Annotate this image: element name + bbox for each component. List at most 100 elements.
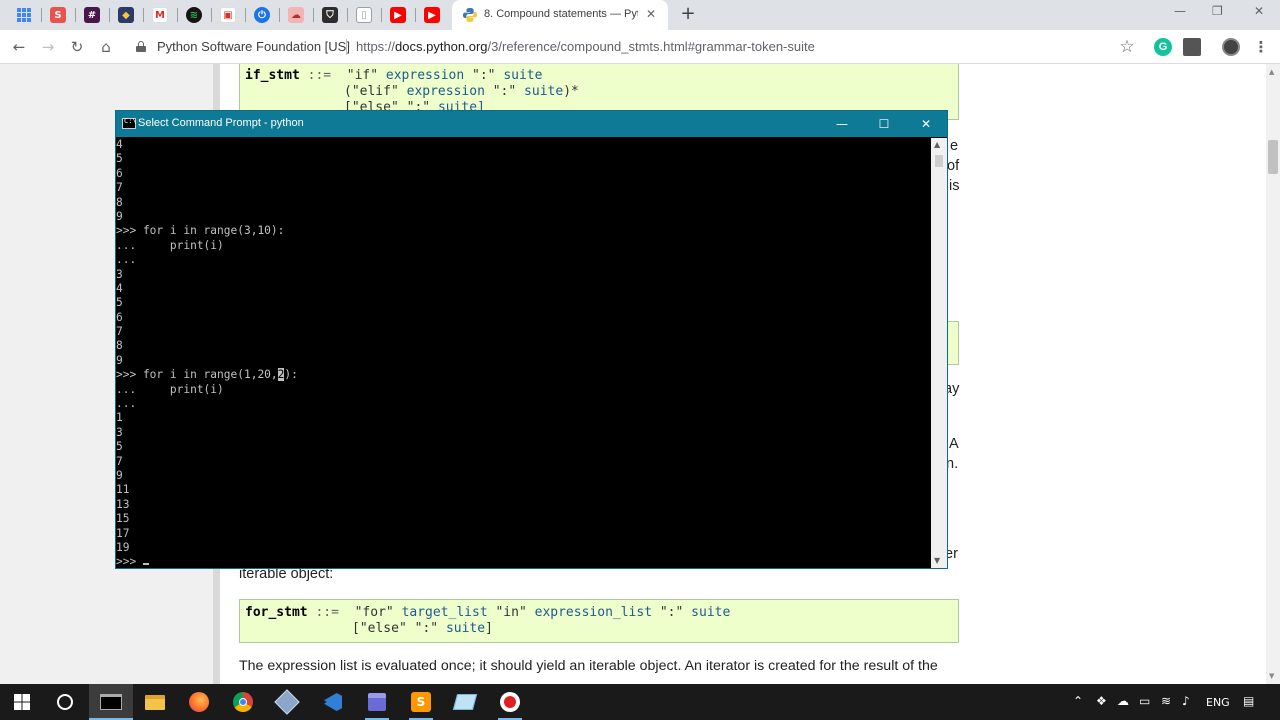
volume-icon[interactable]: ♪ [1182, 694, 1190, 708]
window-close-button[interactable]: ✕ [1254, 4, 1264, 18]
tab-separator [415, 8, 416, 22]
screen-recorder-icon[interactable] [498, 690, 522, 714]
wifi-icon[interactable]: ≋ [1161, 694, 1171, 708]
firefox-icon[interactable] [187, 690, 211, 714]
url-text[interactable]: https://docs.python.org/3/reference/comp… [356, 39, 815, 54]
grammar-literal: "in" [495, 605, 527, 620]
grammar-token-link[interactable]: suite [524, 84, 563, 99]
grammar-op: ::= [307, 68, 332, 83]
extension-icon[interactable] [1183, 38, 1201, 56]
scroll-down-icon[interactable]: ▼ [1269, 672, 1277, 680]
files-icon[interactable] [365, 690, 389, 714]
terminal-line: 4 [116, 281, 123, 295]
onedrive-icon[interactable]: ☁ [1117, 694, 1129, 708]
terminal-line: 5 [116, 440, 123, 454]
grammar-token-link[interactable]: target_list [402, 605, 488, 620]
command-prompt-window[interactable]: C:\ Select Command Prompt - python — ☐ ✕… [115, 110, 948, 569]
grammar-literal: ":" [414, 621, 439, 636]
for-stmt-grammar-box: for_stmt ::= "for" target_list "in" expr… [239, 599, 959, 643]
tab-close-icon[interactable]: ✕ [646, 7, 656, 21]
bookmark-star-icon[interactable]: ☆ [1116, 36, 1138, 58]
for-stmt-paragraph: The expression list is evaluated once; i… [239, 658, 938, 674]
notepad-icon[interactable] [452, 690, 478, 714]
tab-compound-statements[interactable]: 8. Compound statements — Pyth ✕ [452, 0, 668, 30]
grammar-token-link[interactable]: suite [503, 68, 542, 83]
grammar-token-link[interactable]: suite [446, 621, 485, 636]
grammar-op: ::= [315, 605, 339, 620]
terminal-line: 7 [116, 325, 123, 339]
page-scroll-thumb[interactable] [1268, 140, 1278, 174]
command-prompt-icon[interactable] [99, 690, 123, 714]
cortana-icon[interactable] [53, 690, 77, 714]
file-explorer-icon[interactable] [143, 690, 167, 714]
tab-favicon-gmail-icon[interactable]: M [149, 4, 171, 26]
address-bar[interactable]: Python Software Foundation [US] https://… [128, 35, 1138, 59]
tab-separator [143, 8, 144, 22]
cmd-title-bar[interactable]: C:\ Select Command Prompt - python — ☐ ✕ [116, 111, 947, 137]
lock-icon[interactable] [136, 41, 146, 52]
cmd-scroll-down-icon[interactable]: ▼ [934, 556, 940, 565]
battery-icon[interactable]: ▭ [1139, 694, 1150, 708]
grammar-token-link[interactable]: suite [691, 605, 730, 620]
grammar-token-link[interactable]: expression_list [535, 605, 652, 620]
tab-favicon-bookmark-icon[interactable]: ⛉ [319, 4, 341, 26]
terminal-line: 7 [116, 181, 123, 195]
grammar-token-link[interactable]: expression [386, 68, 464, 83]
for-stmt-name: for_stmt [245, 605, 308, 620]
action-center-icon[interactable]: ▤ [1243, 694, 1254, 708]
cmd-maximize-button[interactable]: ☐ [869, 114, 899, 134]
profile-avatar[interactable] [1222, 38, 1240, 56]
forward-button[interactable]: → [37, 36, 59, 58]
tab-favicon-calendar-icon[interactable]: ▣ [217, 4, 239, 26]
tab-favicon-spotify-icon[interactable]: ≋ [183, 4, 205, 26]
new-tab-button[interactable]: + [678, 4, 698, 24]
vscode-icon[interactable] [321, 690, 345, 714]
tab-separator [109, 8, 110, 22]
grammar-literal: ":" [659, 605, 684, 620]
tab-favicon-document-icon[interactable]: ▯ [353, 4, 375, 26]
grammar-token-link[interactable]: expression [407, 84, 485, 99]
grammarly-extension-icon[interactable]: G [1154, 38, 1172, 56]
tab-separator [211, 8, 212, 22]
cmd-scroll-thumb[interactable] [935, 155, 943, 167]
chrome-menu-icon[interactable]: ⋮ [1250, 36, 1272, 58]
terminal-line: ... [116, 397, 137, 411]
tab-favicon-youtube-icon[interactable]: ▶ [421, 4, 443, 26]
chrome-icon[interactable] [231, 690, 255, 714]
cmd-scrollbar[interactable] [931, 138, 947, 568]
terminal-output[interactable]: 4 5 6 7 8 9 >>> for i in range(3,10):... print… [116, 138, 931, 568]
tab-favicon-youtube-icon[interactable]: ▶ [387, 4, 409, 26]
window-restore-button[interactable]: ❐ [1212, 4, 1223, 18]
back-button[interactable]: ← [8, 36, 30, 58]
cmd-minimize-button[interactable]: — [827, 114, 857, 134]
apps-grid-icon[interactable] [13, 4, 35, 26]
terminal-line: >>> for i in range(1,20,2): [116, 368, 931, 382]
tab-separator [279, 8, 280, 22]
terminal-line: 9 [116, 353, 123, 367]
terminal-line: 6 [116, 166, 123, 180]
terminal-line: >>> for i in range(3,10): [116, 224, 285, 238]
cmd-close-button[interactable]: ✕ [911, 114, 941, 134]
sublime-text-icon[interactable]: S [409, 690, 433, 714]
tab-separator [177, 8, 178, 22]
tab-favicon-slack-icon[interactable]: # [81, 4, 103, 26]
dropbox-icon[interactable]: ❖ [1096, 694, 1107, 708]
reload-button[interactable]: ↻ [66, 36, 88, 58]
language-indicator[interactable]: ENG [1206, 696, 1230, 709]
tab-favicon-red-square-icon[interactable]: S [47, 4, 69, 26]
scroll-up-icon[interactable]: ▲ [1269, 68, 1277, 76]
tab-favicon-shield-icon[interactable]: ◆ [115, 4, 137, 26]
home-button[interactable]: ⌂ [95, 36, 117, 58]
cmd-title: Select Command Prompt - python [138, 117, 304, 129]
terminal-line: 1 [116, 411, 123, 425]
windows-start-icon[interactable] [10, 690, 34, 714]
tab-favicon-power-icon[interactable]: ⏻ [251, 4, 273, 26]
tab-favicon-cloud-icon[interactable]: ☁ [285, 4, 307, 26]
terminal-line: ... print(i) [116, 238, 224, 252]
site-identity: Python Software Foundation [US] [157, 39, 350, 54]
window-minimize-button[interactable]: — [1174, 4, 1186, 18]
tray-overflow-icon[interactable]: ⌃ [1073, 694, 1083, 708]
virtualbox-icon[interactable] [274, 689, 300, 715]
terminal-prompt-line[interactable]: >>> [116, 555, 931, 568]
cmd-scroll-up-icon[interactable]: ▲ [934, 140, 940, 149]
